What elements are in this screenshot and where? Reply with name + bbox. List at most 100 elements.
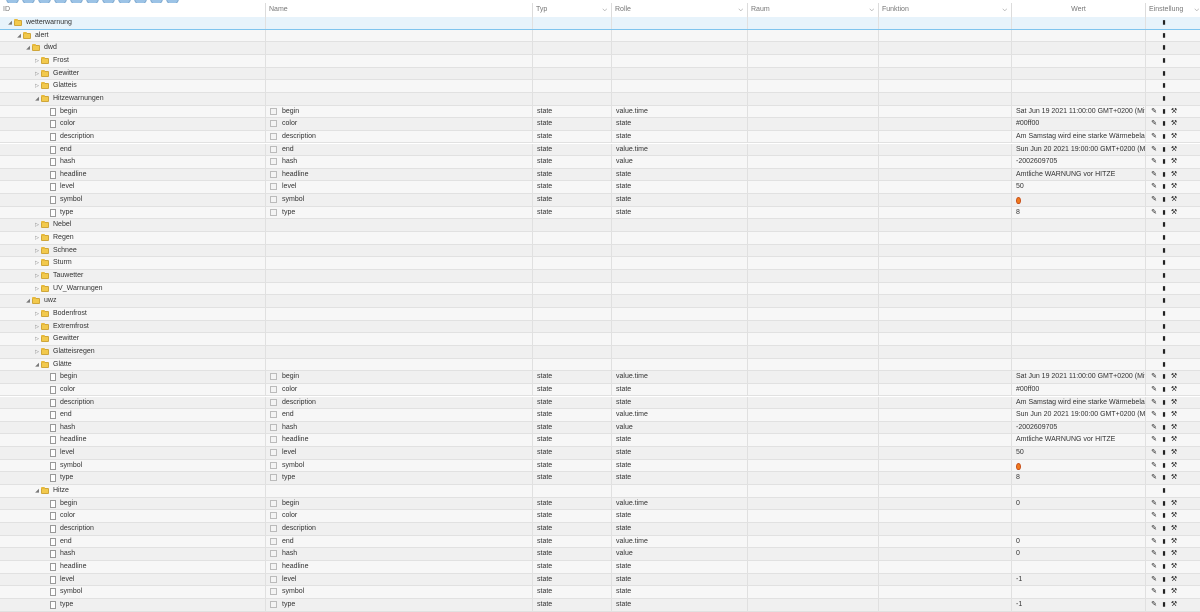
raum-cell[interactable] [748,598,879,611]
funktion-cell[interactable] [879,244,1012,257]
raum-cell[interactable] [748,333,879,346]
id-cell[interactable]: type [0,206,266,219]
wert-cell[interactable]: Am Samstag wird eine starke Wärmebelastu… [1012,396,1146,409]
wrench-icon[interactable]: ⚒ [1170,131,1178,143]
edit-icon[interactable]: ✎ [1150,181,1158,193]
funktion-cell[interactable] [879,497,1012,510]
tree-state-row[interactable]: symbol symbol state state ✎ ▮ ⚒ [0,586,1200,599]
id-cell[interactable]: ▷ Tauwetter [0,270,266,282]
wrench-icon[interactable]: ⚒ [1170,510,1178,522]
wert-cell[interactable]: -1 [1012,598,1146,611]
delete-icon[interactable]: ▮ [1160,106,1168,118]
header-name[interactable]: Name [266,3,533,17]
expand-toggle-icon[interactable]: ▷ [33,55,41,67]
id-tree-node[interactable]: level [42,181,74,193]
funktion-cell[interactable] [879,67,1012,80]
wrench-icon[interactable]: ⚒ [1170,574,1178,586]
raum-cell[interactable] [748,67,879,80]
funktion-cell[interactable] [879,510,1012,523]
id-tree-node[interactable]: ▷ Sturm [33,257,72,269]
wert-cell[interactable]: Amtliche WARNUNG vor HITZE [1012,168,1146,181]
delete-icon[interactable]: ▮ [1160,510,1168,522]
id-tree-node[interactable]: headline [42,561,86,573]
tree-folder-row[interactable]: ▷ Tauwetter ▮ [0,270,1200,283]
delete-icon[interactable]: ▮ [1160,460,1168,472]
tree-folder-row[interactable]: ◢ wetterwarnung ▮ [0,17,1200,30]
funktion-cell[interactable] [879,168,1012,181]
wert-cell[interactable]: 0 [1012,548,1146,561]
delete-icon[interactable]: ▮ [1160,523,1168,535]
raum-cell[interactable] [748,497,879,510]
id-tree-node[interactable]: end [42,409,72,421]
wrench-icon[interactable]: ⚒ [1170,422,1178,434]
wrench-icon[interactable]: ⚒ [1170,599,1178,611]
id-cell[interactable]: ◢ wetterwarnung [0,17,266,29]
delete-icon[interactable]: ▮ [1160,561,1168,573]
id-tree-node[interactable]: ▷ Bodenfrost [33,308,87,320]
tree-state-row[interactable]: end end state value.time 0 ✎ ▮ ⚒ [0,535,1200,549]
collapse-toggle-icon[interactable]: ◢ [33,359,41,371]
raum-cell[interactable] [748,29,879,42]
funktion-cell[interactable] [879,345,1012,358]
delete-icon[interactable]: ▮ [1160,169,1168,181]
raum-cell[interactable] [748,320,879,333]
expand-toggle-icon[interactable]: ▷ [33,333,41,345]
id-tree-node[interactable]: hash [42,156,75,168]
id-cell[interactable]: ▷ UV_Warnungen [0,282,266,295]
id-cell[interactable]: ◢ Hitzewarnungen [0,92,266,105]
wert-cell[interactable] [1012,523,1146,535]
edit-icon[interactable]: ✎ [1150,422,1158,434]
id-tree-node[interactable]: description [42,131,94,143]
id-cell[interactable]: ▷ Nebel [0,219,266,232]
delete-icon[interactable]: ▮ [1160,181,1168,193]
id-tree-node[interactable]: headline [42,169,86,181]
delete-icon[interactable]: ▮ [1160,397,1168,409]
tree-folder-row[interactable]: ▷ Extremfrost ▮ [0,320,1200,334]
wrench-icon[interactable]: ⚒ [1170,536,1178,548]
funktion-cell[interactable] [879,560,1012,573]
tree-folder-row[interactable]: ◢ dwd ▮ [0,42,1200,55]
raum-cell[interactable] [748,510,879,523]
edit-icon[interactable]: ✎ [1150,498,1158,510]
id-cell[interactable]: begin [0,105,266,118]
delete-icon[interactable]: ▮ [1160,194,1168,206]
raum-cell[interactable] [748,371,879,384]
expand-toggle-icon[interactable]: ▷ [33,232,41,244]
raum-cell[interactable] [748,118,879,131]
funktion-cell[interactable] [879,523,1012,535]
id-cell[interactable]: ◢ Hitze [0,485,266,498]
wrench-icon[interactable]: ⚒ [1170,523,1178,535]
edit-icon[interactable]: ✎ [1150,536,1158,548]
id-tree-node[interactable]: begin [42,371,77,383]
tree-state-row[interactable]: headline headline state state Amtliche WARNU… [0,434,1200,448]
edit-icon[interactable]: ✎ [1150,434,1158,446]
id-cell[interactable]: ◢ alert [0,29,266,42]
funktion-cell[interactable] [879,17,1012,29]
collapse-toggle-icon[interactable]: ◢ [15,30,23,42]
raum-cell[interactable] [748,143,879,156]
funktion-cell[interactable] [879,80,1012,93]
funktion-cell[interactable] [879,485,1012,498]
delete-icon[interactable]: ▮ [1160,232,1168,244]
tree-state-row[interactable]: description description state state Am Samst… [0,396,1200,410]
tree-folder-row[interactable]: ▷ Gewitter ▮ [0,333,1200,346]
funktion-cell[interactable] [879,194,1012,207]
delete-icon[interactable]: ▮ [1160,17,1168,29]
delete-icon[interactable]: ▮ [1160,295,1168,307]
id-cell[interactable]: symbol [0,459,266,472]
funktion-cell[interactable] [879,320,1012,333]
raum-cell[interactable] [748,105,879,118]
wrench-icon[interactable]: ⚒ [1170,207,1178,219]
wrench-icon[interactable]: ⚒ [1170,409,1178,421]
edit-icon[interactable]: ✎ [1150,460,1158,472]
edit-icon[interactable]: ✎ [1150,586,1158,598]
raum-cell[interactable] [748,358,879,371]
id-tree-node[interactable]: ▷ Extremfrost [33,321,89,333]
expand-toggle-icon[interactable]: ▷ [33,80,41,92]
funktion-cell[interactable] [879,383,1012,396]
wrench-icon[interactable]: ⚒ [1170,586,1178,598]
funktion-cell[interactable] [879,295,1012,308]
raum-cell[interactable] [748,257,879,270]
wert-cell[interactable]: -2002609705 [1012,421,1146,434]
funktion-cell[interactable] [879,29,1012,42]
